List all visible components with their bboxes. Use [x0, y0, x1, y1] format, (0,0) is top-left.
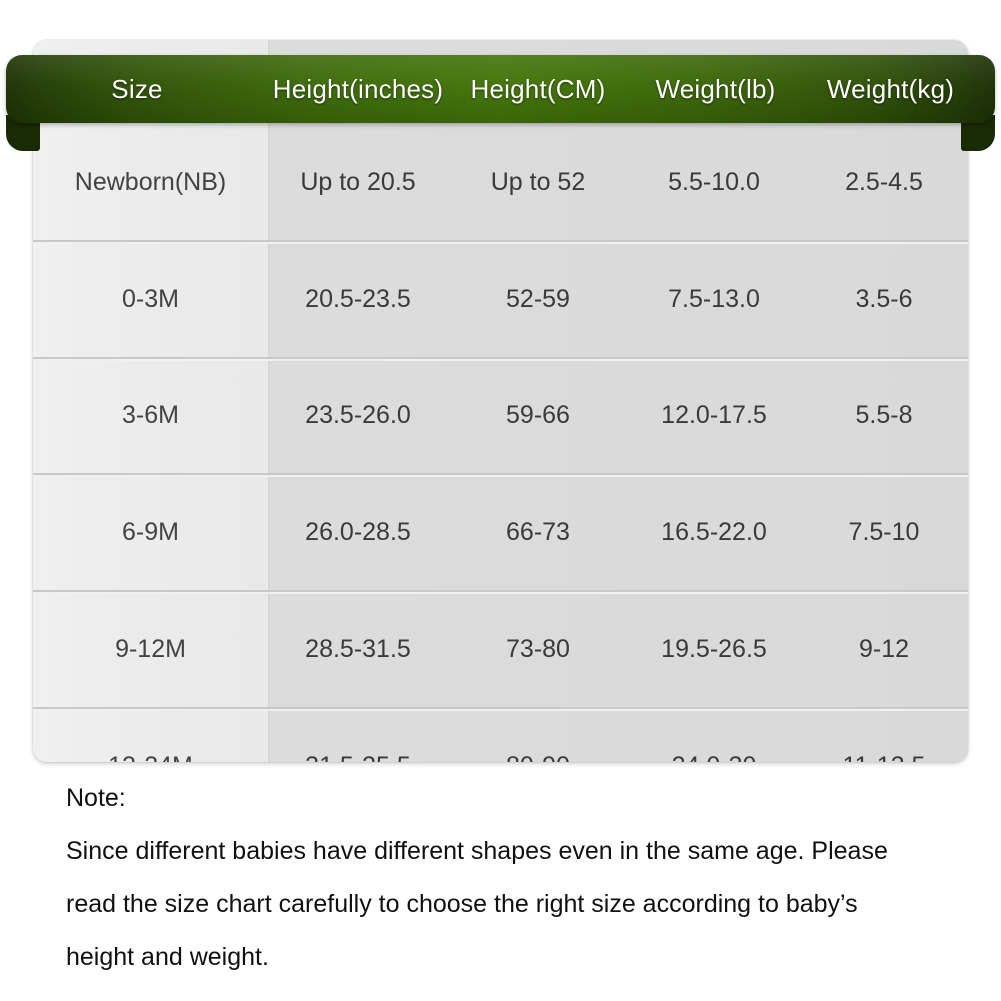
table-row: 6-9M 26.0-28.5 66-73 16.5-22.0 7.5-10	[33, 473, 968, 590]
size-chart-card: Newborn(NB) Up to 20.5 Up to 52 5.5-10.0…	[33, 40, 968, 762]
table-row: 3-6M 23.5-26.0 59-66 12.0-17.5 5.5-8	[33, 356, 968, 474]
cell-weight-kg: 5.5-8	[855, 401, 913, 430]
note-line-three: height and weight.	[66, 943, 269, 971]
table-row: 9-12M 28.5-31.5 73-80 19.5-26.5 9-12	[33, 590, 968, 707]
cell-height-in: Up to 20.5	[300, 167, 416, 196]
cell-height-cm: 73-80	[506, 635, 570, 664]
table-row: 12-24M 31.5-35.5 80-90 24.0-30 11-13.5	[33, 706, 968, 762]
cell-weight-kg: 3.5-6	[855, 284, 913, 313]
cell-weight-lb: 16.5-22.0	[661, 518, 767, 547]
cell-height-in: 20.5-23.5	[305, 284, 411, 313]
cell-weight-lb: 19.5-26.5	[661, 635, 767, 664]
cell-weight-kg: 7.5-10	[848, 518, 920, 547]
cell-height-cm: 52-59	[506, 284, 570, 313]
cell-weight-lb: 24.0-30	[628, 752, 800, 762]
cell-size: 0-3M	[122, 284, 179, 313]
cell-size: 3-6M	[122, 401, 179, 430]
cell-height-cm: 66-73	[506, 518, 570, 547]
cell-weight-kg: 9-12	[858, 635, 910, 664]
cell-height-cm: Up to 52	[490, 167, 586, 196]
cell-weight-lb: 5.5-10.0	[668, 167, 760, 196]
cell-weight-kg: 2.5-4.5	[845, 167, 923, 196]
note-block: Note: Since different babies have differ…	[66, 772, 986, 984]
cell-height-in: 31.5-35.5	[268, 752, 448, 762]
cell-size: 12-24M	[33, 752, 268, 762]
table-row: Newborn(NB) Up to 20.5 Up to 52 5.5-10.0…	[33, 125, 968, 240]
cell-height-in: 26.0-28.5	[305, 518, 411, 547]
cell-weight-lb: 12.0-17.5	[661, 401, 767, 430]
note-line-one: Since different babies have different sh…	[66, 837, 888, 865]
cell-height-cm: 80-90	[448, 752, 628, 762]
size-table-body: Newborn(NB) Up to 20.5 Up to 52 5.5-10.0…	[33, 125, 968, 762]
cell-height-in: 28.5-31.5	[305, 635, 411, 664]
cell-weight-kg: 11-13.5	[800, 752, 968, 762]
cell-height-in: 23.5-26.0	[305, 401, 411, 430]
cell-size: 9-12M	[115, 635, 186, 664]
cell-size: 6-9M	[122, 518, 179, 547]
cell-size: Newborn(NB)	[74, 167, 227, 196]
cell-height-cm: 59-66	[506, 401, 570, 430]
note-title: Note:	[66, 784, 126, 812]
cell-weight-lb: 7.5-13.0	[668, 284, 760, 313]
note-line-two: read the size chart carefully to choose …	[66, 890, 858, 918]
table-row: 0-3M 20.5-23.5 52-59 7.5-13.0 3.5-6	[33, 239, 968, 357]
